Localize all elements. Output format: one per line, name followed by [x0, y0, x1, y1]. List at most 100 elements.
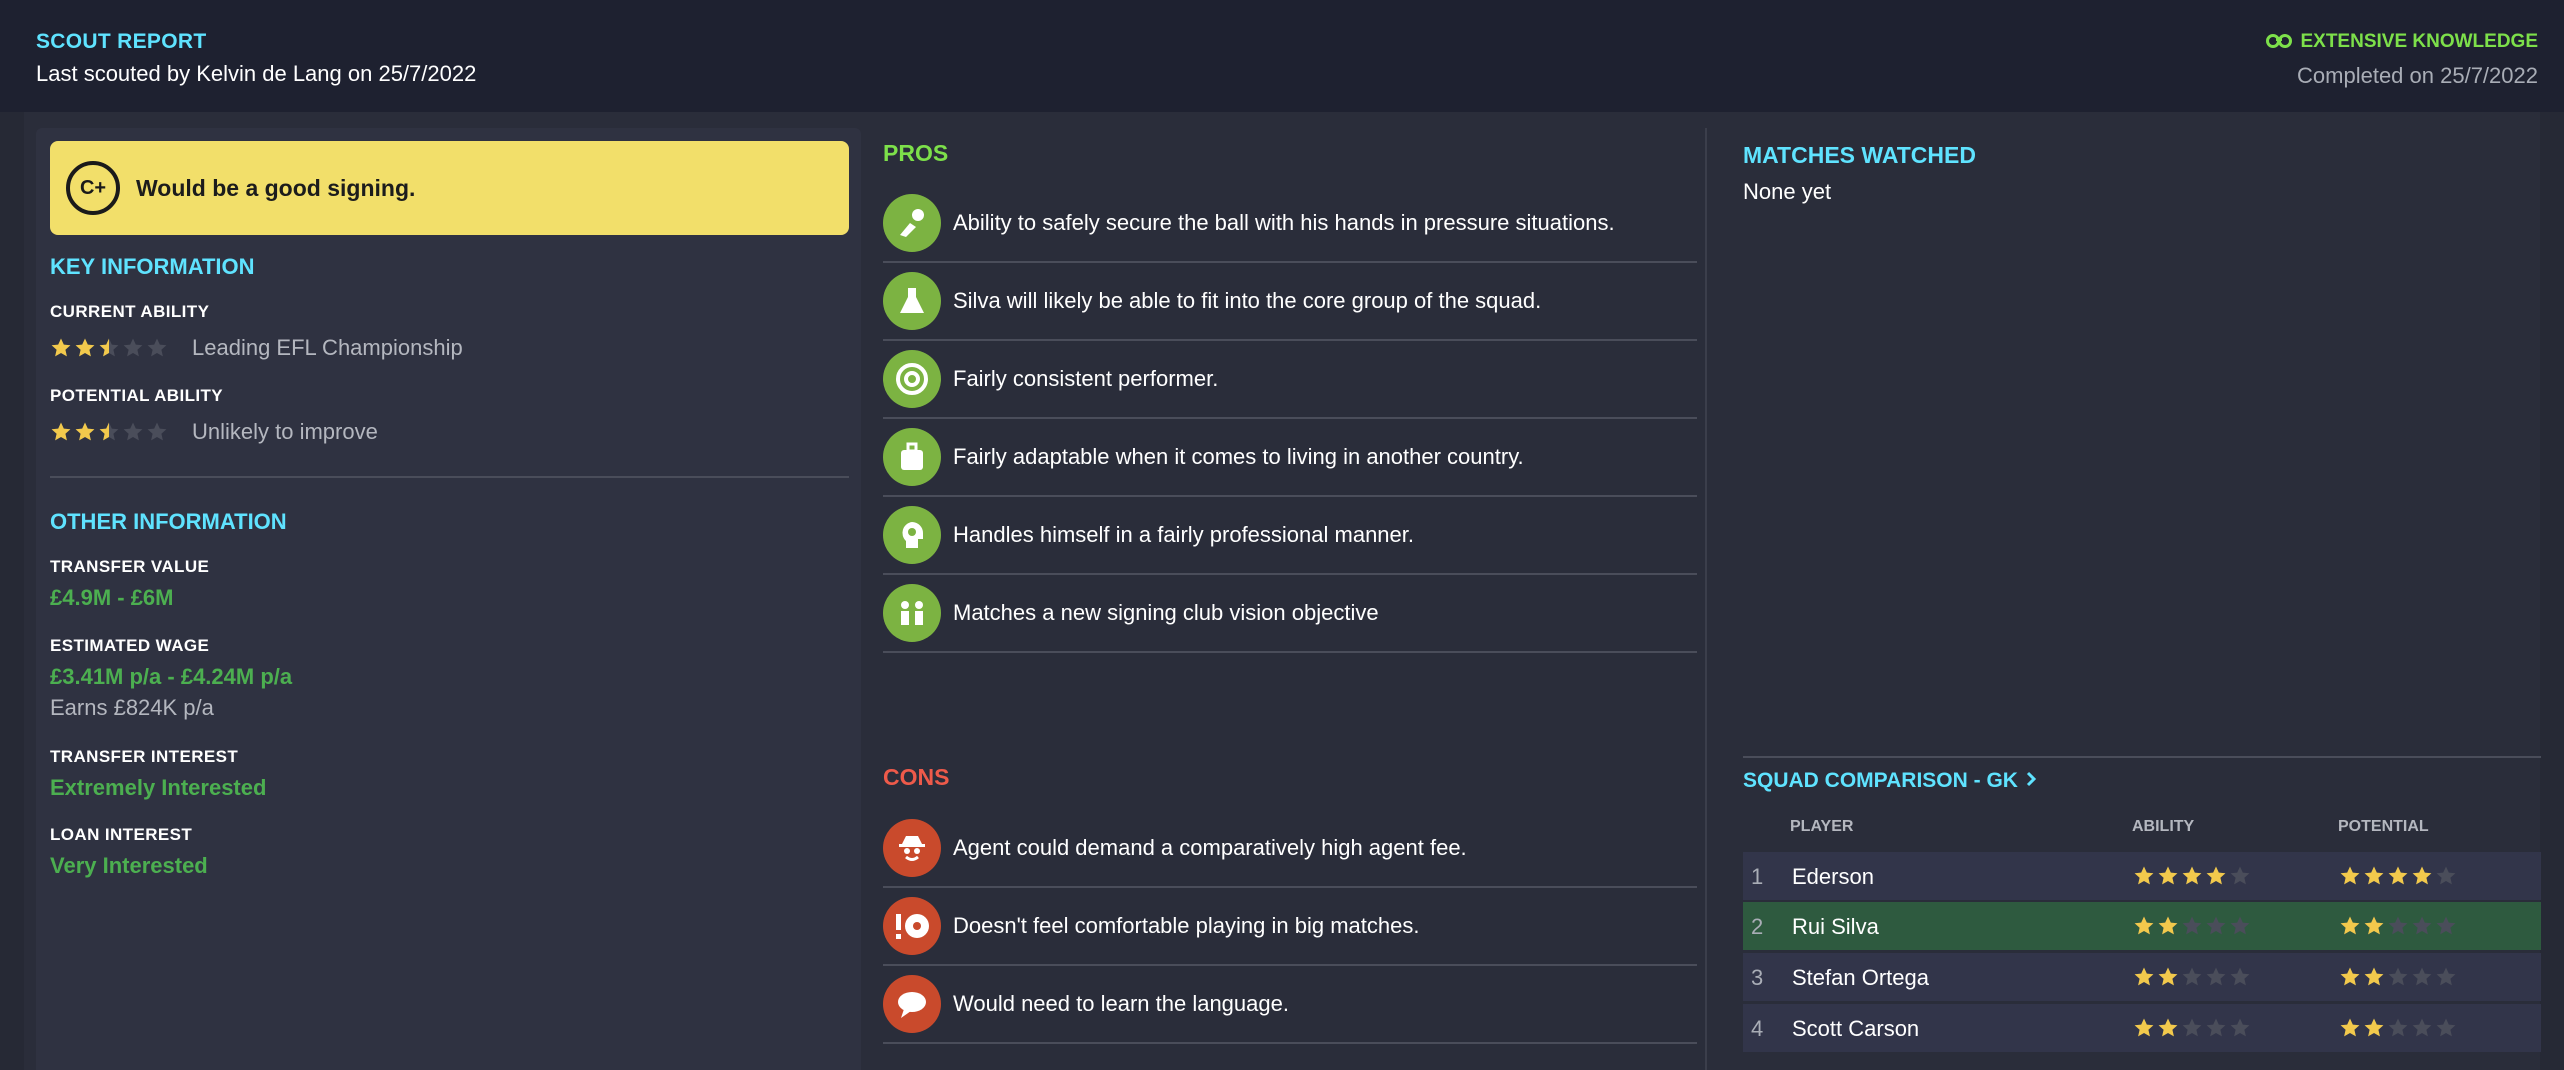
con-text: Agent could demand a comparatively high …	[953, 835, 1467, 860]
star-empty-icon	[2229, 1017, 2251, 1039]
star-full-icon	[2339, 915, 2361, 937]
potential-ability-label: POTENTIAL ABILITY	[50, 386, 224, 405]
potential-stars	[2339, 966, 2457, 988]
star-full-icon	[2339, 865, 2361, 887]
pro-text: Matches a new signing club vision object…	[953, 600, 1379, 625]
ability-stars	[2133, 966, 2251, 988]
star-empty-icon	[146, 421, 168, 443]
row-number: 4	[1751, 1016, 1764, 1041]
potential-stars	[2339, 865, 2457, 887]
row-number: 2	[1751, 914, 1764, 939]
star-empty-icon	[2435, 865, 2457, 887]
squad-comparison-divider	[1743, 756, 2541, 758]
cons-title: CONS	[883, 764, 950, 790]
current-ability-label: CURRENT ABILITY	[50, 302, 210, 321]
pro-item: Fairly adaptable when it comes to living…	[883, 419, 1697, 497]
section-divider	[50, 476, 849, 478]
star-empty-icon	[2435, 1017, 2457, 1039]
potential-ability-text: Unlikely to improve	[192, 419, 378, 444]
pro-item: Silva will likely be able to fit into th…	[883, 263, 1697, 341]
star-empty-icon	[2435, 966, 2457, 988]
completed-date: Completed on 25/7/2022	[2297, 63, 2538, 88]
star-empty-icon	[2181, 966, 2203, 988]
con-text: Would need to learn the language.	[953, 991, 1289, 1016]
row-number: 1	[1751, 864, 1764, 889]
current-wage: Earns £824K p/a	[50, 695, 214, 720]
knowledge-label: EXTENSIVE KNOWLEDGE	[2300, 31, 2538, 52]
star-empty-icon	[2205, 966, 2227, 988]
star-empty-icon	[2387, 1017, 2409, 1039]
potential-ability-stars	[50, 421, 168, 443]
agent-icon	[883, 819, 941, 877]
star-empty-icon	[2411, 966, 2433, 988]
target-icon	[883, 350, 941, 408]
star-full-icon	[50, 337, 72, 359]
key-information-title: KEY INFORMATION	[50, 254, 255, 279]
star-full-icon	[74, 337, 96, 359]
estimated-wage: £3.41M p/a - £4.24M p/a	[50, 664, 293, 689]
column-header-potential: POTENTIAL	[2338, 818, 2429, 835]
speech-bubble-icon	[883, 975, 941, 1033]
star-full-icon	[2157, 966, 2179, 988]
squad-comparison-link[interactable]: SQUAD COMPARISON - GK	[1743, 769, 2038, 793]
binoculars-icon	[2266, 30, 2293, 54]
pro-text: Fairly consistent performer.	[953, 366, 1219, 391]
star-half-icon	[98, 421, 120, 443]
pro-item: Handles himself in a fairly professional…	[883, 497, 1697, 575]
verdict-banner: C+ Would be a good signing.	[50, 141, 849, 235]
star-full-icon	[2363, 915, 2385, 937]
column-header-ability: ABILITY	[2132, 818, 2195, 835]
squad-comparison-title: SQUAD COMPARISON - GK	[1743, 769, 2018, 792]
group-icon	[883, 584, 941, 642]
star-full-icon	[2339, 1017, 2361, 1039]
transfer-value-label: TRANSFER VALUE	[50, 557, 210, 576]
squad-row[interactable]: 3 Stefan Ortega	[1743, 953, 2541, 1001]
star-full-icon	[2157, 1017, 2179, 1039]
loan-interest-label: LOAN INTEREST	[50, 825, 193, 844]
transfer-value: £4.9M - £6M	[50, 585, 174, 610]
potential-stars	[2339, 915, 2457, 937]
star-empty-icon	[2229, 966, 2251, 988]
ability-stars	[2133, 915, 2251, 937]
estimated-wage-label: ESTIMATED WAGE	[50, 636, 210, 655]
star-empty-icon	[2205, 915, 2227, 937]
row-number: 3	[1751, 965, 1764, 990]
star-empty-icon	[122, 337, 144, 359]
star-full-icon	[2363, 966, 2385, 988]
star-full-icon	[2181, 865, 2203, 887]
column-separator	[1705, 128, 1707, 1070]
star-full-icon	[50, 421, 72, 443]
report-subtitle: Last scouted by Kelvin de Lang on 25/7/2…	[36, 61, 477, 86]
knowledge-level: EXTENSIVE KNOWLEDGE	[2266, 30, 2538, 54]
star-full-icon	[74, 421, 96, 443]
player-name: Scott Carson	[1792, 1016, 1920, 1041]
report-header	[0, 0, 2564, 112]
star-full-icon	[2387, 865, 2409, 887]
star-empty-icon	[2387, 915, 2409, 937]
pro-text: Fairly adaptable when it comes to living…	[953, 444, 1524, 469]
squad-row[interactable]: 4 Scott Carson	[1743, 1004, 2541, 1052]
star-empty-icon	[146, 337, 168, 359]
star-full-icon	[2133, 966, 2155, 988]
chevron-right-icon	[2018, 769, 2038, 792]
report-title: SCOUT REPORT	[36, 30, 207, 53]
star-empty-icon	[2411, 1017, 2433, 1039]
potential-ability-row: Unlikely to improve	[50, 419, 378, 445]
flask-icon	[883, 272, 941, 330]
squad-row[interactable]: 2 Rui Silva	[1743, 902, 2541, 950]
ability-stars	[2133, 1017, 2251, 1039]
squad-row[interactable]: 1 Ederson	[1743, 852, 2541, 900]
con-text: Doesn't feel comfortable playing in big …	[953, 913, 1420, 938]
warning-ball-icon	[883, 897, 941, 955]
star-full-icon	[2157, 865, 2179, 887]
star-empty-icon	[2181, 1017, 2203, 1039]
column-header-player: PLAYER	[1790, 818, 1854, 835]
loan-interest: Very Interested	[50, 853, 208, 878]
pro-text: Silva will likely be able to fit into th…	[953, 288, 1542, 313]
con-item: Agent could demand a comparatively high …	[883, 810, 1697, 888]
con-item: Doesn't feel comfortable playing in big …	[883, 888, 1697, 966]
current-ability-text: Leading EFL Championship	[192, 335, 463, 360]
star-empty-icon	[2387, 966, 2409, 988]
pros-title: PROS	[883, 140, 949, 166]
pro-item: Fairly consistent performer.	[883, 341, 1697, 419]
